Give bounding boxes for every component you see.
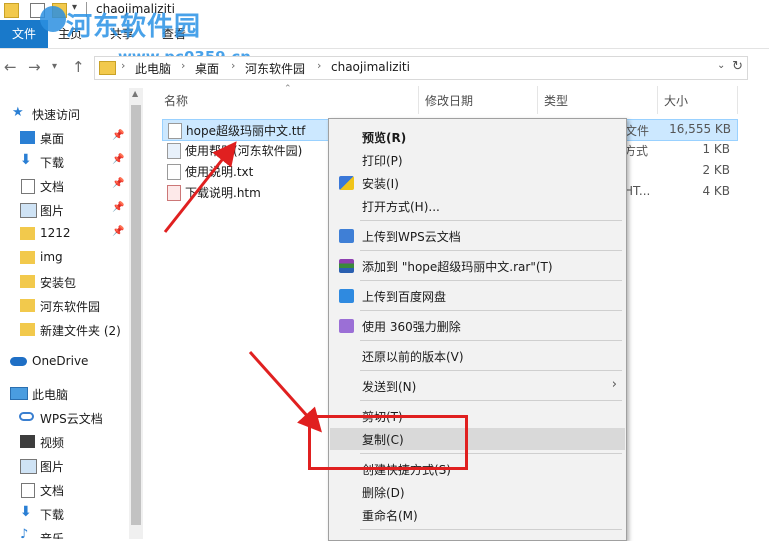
- arrow-to-copy: [248, 350, 323, 433]
- annotation-arrows: [163, 141, 323, 433]
- arrow-to-file: [163, 141, 237, 233]
